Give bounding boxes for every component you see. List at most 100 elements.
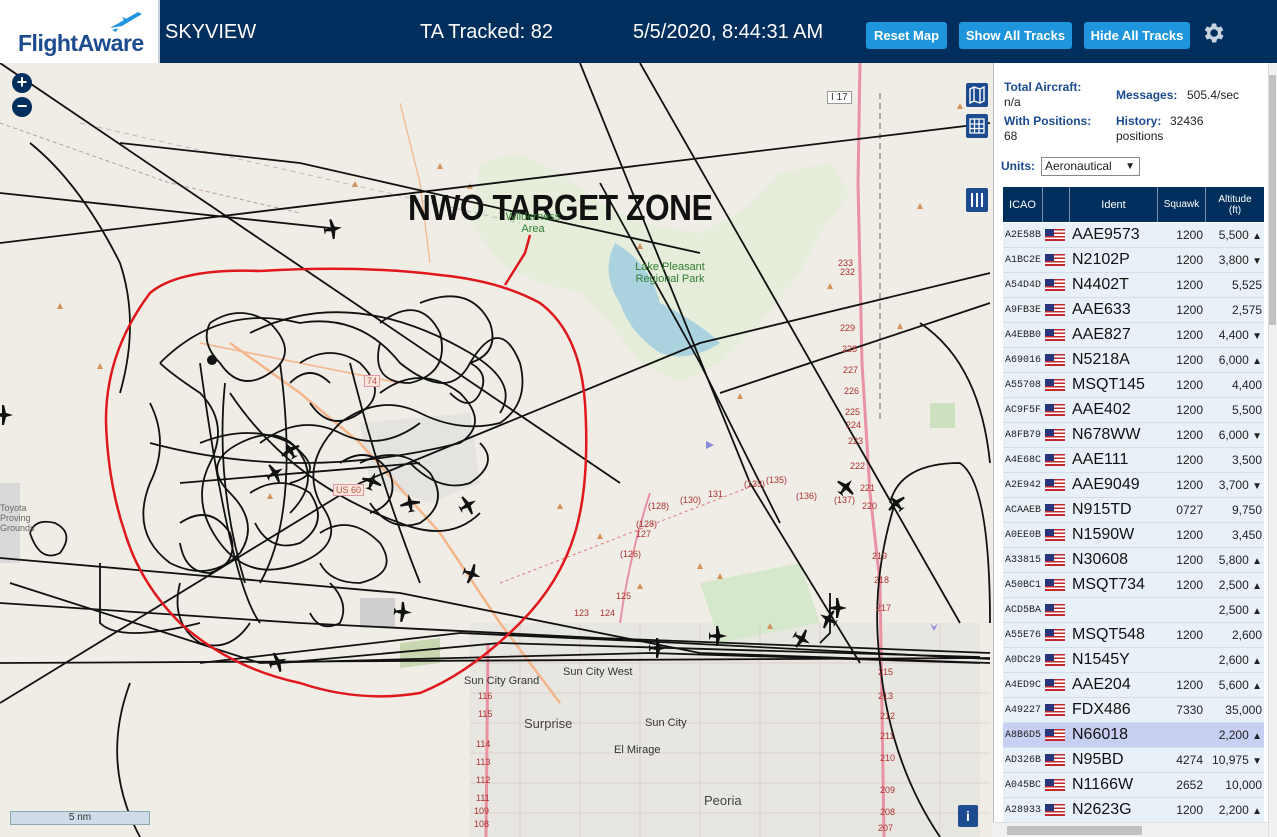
flightaware-logo[interactable]: FlightAware [0,0,160,63]
logo-text: FlightAware [18,30,144,56]
zoom-in-button[interactable]: + [12,73,32,93]
zoom-out-button[interactable]: − [12,97,32,117]
route-number: 215 [878,667,894,677]
row-squawk: 1200 [1176,403,1203,417]
row-squawk: 1200 [1176,303,1203,317]
route-number: 211 [880,731,895,741]
total-aircraft-value: n/a [1004,95,1021,109]
row-altitude: 3,700 ▼ [1206,478,1264,492]
row-altitude-value: 5,800 [1218,553,1249,567]
column-toggle-button[interactable] [966,188,988,212]
row-altitude: 2,200 ▲ [1206,728,1264,742]
route-number: 228 [842,344,858,354]
us-flag-icon [1045,554,1070,566]
col-altitude[interactable]: Altitude (ft) [1206,187,1264,222]
aircraft-row[interactable]: A0EE0B N1590W 1200 3,450 [1003,523,1264,548]
row-ident: N5218A [1072,351,1130,368]
route-number: 227 [843,365,859,375]
route-number: 226 [844,386,860,396]
row-icao: A69016 [1005,354,1042,366]
aircraft-row[interactable]: A8FB79 N678WW 1200 6,000 ▼ [1003,423,1264,448]
route-number: 112 [476,775,491,785]
aircraft-row[interactable]: A1BC2E N2102P 1200 3,800 ▼ [1003,248,1264,273]
altitude-trend-icon: ▲ [1252,231,1262,242]
aircraft-row[interactable]: AD326B N95BD 4274 10,975 ▼ [1003,748,1264,773]
route-number: 224 [846,420,862,430]
aircraft-row[interactable]: ACAAEB N915TD 0727 9,750 [1003,498,1264,523]
col-icao[interactable]: ICAO [1003,187,1043,222]
settings-gear-icon[interactable] [1200,20,1226,46]
hide-all-tracks-button[interactable]: Hide All Tracks [1084,22,1190,49]
aircraft-row[interactable]: A50BC1 MSQT734 1200 2,500 ▲ [1003,573,1264,598]
scrollbar-thumb[interactable] [1007,826,1142,835]
units-select[interactable]: Aeronautical ▼ [1041,157,1140,176]
aircraft-row[interactable]: A9FB3E AAE633 1200 2,575 [1003,298,1264,323]
row-altitude-value: 2,575 [1231,303,1262,317]
row-altitude-value: 2,600 [1218,653,1249,667]
row-icao: A2E58B [1005,229,1042,241]
aircraft-row[interactable]: A49227 FDX486 7330 35,000 [1003,698,1264,723]
aircraft-row[interactable]: A4E68C AAE111 1200 3,500 [1003,448,1264,473]
aircraft-row[interactable]: AC9F5F AAE402 1200 5,500 [1003,398,1264,423]
route-number: 123 [574,608,590,618]
row-altitude: 5,500 [1206,403,1264,417]
row-squawk: 1200 [1176,553,1203,567]
caret-down-icon: ▼ [1125,161,1135,172]
aircraft-row[interactable]: A2E942 AAE9049 1200 3,700 ▼ [1003,473,1264,498]
aircraft-row[interactable]: A28933 N2623G 1200 2,200 ▲ [1003,798,1264,823]
current-datetime: 5/5/2020, 8:44:31 AM [633,21,824,43]
row-icao: AC9F5F [1005,404,1042,416]
show-all-tracks-button[interactable]: Show All Tracks [959,22,1072,49]
aircraft-row[interactable]: A33815 N30608 1200 5,800 ▲ [1003,548,1264,573]
route-number: 127 [636,529,652,539]
aircraft-row[interactable]: A55E76 MSQT548 1200 2,600 [1003,623,1264,648]
row-icao: A50BC1 [1005,579,1042,591]
row-ident: N30608 [1072,551,1129,568]
route-number: 218 [874,575,890,585]
map-view[interactable]: NWO TARGET ZONE Wilderness Area Lake Ple… [0,63,993,837]
panel-horizontal-scrollbar[interactable] [993,822,1268,837]
history-value: 32436 [1170,114,1204,128]
aircraft-panel: Total Aircraft: n/a With Positions: 68 M… [993,63,1277,837]
aircraft-row[interactable]: A55708 MSQT145 1200 4,400 [1003,373,1264,398]
aircraft-row[interactable]: A2E58B AAE9573 1200 5,500 ▲ [1003,223,1264,248]
aircraft-row[interactable]: A4EBB0 AAE827 1200 4,400 ▼ [1003,323,1264,348]
aircraft-row[interactable]: ACD5BA 2,500 ▲ [1003,598,1264,623]
row-icao: A0EE0B [1005,529,1042,541]
route-number: 209 [880,785,896,795]
aircraft-row[interactable]: A0DC29 N1545Y 2,600 ▲ [1003,648,1264,673]
total-aircraft-label: Total Aircraft: [1004,80,1082,94]
route-number: 208 [880,807,896,817]
with-positions-value: 68 [1004,129,1018,143]
row-ident: N915TD [1072,501,1132,518]
row-icao: ACD5BA [1005,604,1042,616]
altitude-trend-icon: ▲ [1252,681,1262,692]
row-altitude: 4,400 ▼ [1206,328,1264,342]
col-squawk[interactable]: Squawk [1158,187,1206,222]
grid-toggle-button[interactable] [966,114,988,138]
wilderness-label: Wilderness Area [505,211,561,235]
aircraft-row[interactable]: A8B6D5 N66018 2,200 ▲ [1003,723,1264,748]
aircraft-row[interactable]: A69016 N5218A 1200 6,000 ▲ [1003,348,1264,373]
route-number: 232 [840,267,856,277]
us-flag-icon [1045,529,1070,541]
altitude-trend-icon: ▲ [1252,556,1262,567]
col-ident[interactable]: Ident [1070,187,1158,222]
row-altitude-value: 4,400 [1231,378,1262,392]
map-layer-button[interactable] [966,83,988,107]
row-ident: FDX486 [1072,701,1131,718]
aircraft-row[interactable]: A4ED9C AAE204 1200 5,600 ▲ [1003,673,1264,698]
aircraft-row[interactable]: A045BC N1166W 2652 10,000 [1003,773,1264,798]
row-altitude: 5,800 ▲ [1206,553,1264,567]
row-icao: A49227 [1005,704,1042,716]
panel-vertical-scrollbar[interactable] [1268,63,1277,837]
info-button[interactable]: i [958,805,978,827]
row-icao: A55708 [1005,379,1042,391]
altitude-trend-icon: ▲ [1252,731,1262,742]
route-number: 207 [878,823,894,833]
aircraft-row[interactable]: A54D4D N4402T 1200 5,525 [1003,273,1264,298]
row-altitude: 2,575 [1206,303,1264,317]
scrollbar-thumb[interactable] [1269,75,1276,325]
route-number: 115 [478,709,493,719]
reset-map-button[interactable]: Reset Map [866,22,947,49]
